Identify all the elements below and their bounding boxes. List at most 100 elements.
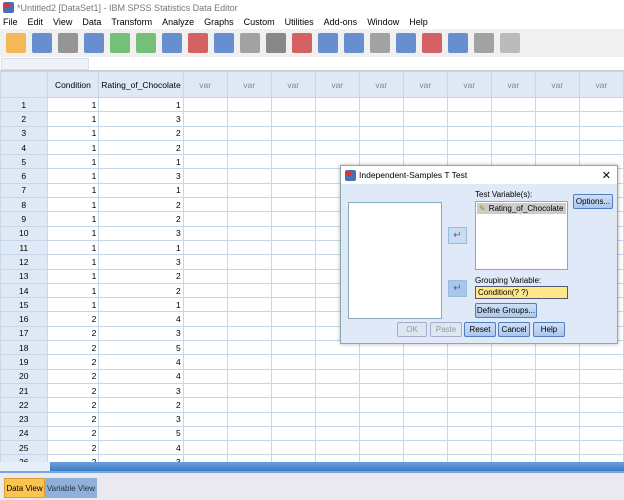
data-cell[interactable] [226,411,272,427]
data-cell[interactable]: 2 [98,197,184,213]
data-cell[interactable] [182,182,228,199]
data-cell[interactable] [358,382,404,399]
insert-variable-icon[interactable] [318,33,338,53]
data-cell[interactable] [490,411,536,427]
data-cell[interactable]: 2 [98,282,184,299]
data-cell[interactable] [490,125,536,141]
data-cell[interactable] [226,111,272,127]
column-header[interactable]: var [182,71,228,98]
data-cell[interactable]: 3 [98,168,184,184]
source-variable-list[interactable] [348,202,442,319]
variables-icon[interactable] [214,33,234,53]
menu-data[interactable]: Data [82,17,101,27]
paste-button[interactable]: Paste [430,322,462,337]
data-cell[interactable] [358,96,404,113]
data-cell[interactable] [490,139,536,156]
column-header[interactable]: var [314,71,360,98]
spell-check-icon[interactable] [500,33,520,53]
data-cell[interactable] [270,368,316,384]
data-cell[interactable]: 2 [98,397,184,413]
data-cell[interactable]: 1 [46,111,100,127]
tab-variable-view[interactable]: Variable View [45,478,97,498]
data-cell[interactable] [534,397,580,413]
data-cell[interactable] [226,182,272,199]
data-cell[interactable]: 2 [46,311,100,327]
data-cell[interactable] [270,411,316,427]
data-cell[interactable] [446,454,492,462]
data-cell[interactable] [578,382,624,399]
data-cell[interactable] [446,368,492,384]
row-header[interactable]: 23 [0,411,48,427]
data-cell[interactable] [226,168,272,184]
data-cell[interactable] [402,397,448,413]
data-cell[interactable] [270,297,316,313]
row-header[interactable]: 15 [0,297,48,313]
data-cell[interactable] [182,125,228,141]
ok-button[interactable]: OK [397,322,427,337]
data-cell[interactable] [226,225,272,241]
data-cell[interactable] [226,397,272,413]
data-cell[interactable] [490,397,536,413]
data-cell[interactable] [182,311,228,327]
data-cell[interactable] [490,354,536,370]
data-cell[interactable]: 2 [46,397,100,413]
data-cell[interactable] [182,440,228,456]
data-cell[interactable] [446,125,492,141]
run-descriptives-icon[interactable] [240,33,260,53]
row-header[interactable]: 8 [0,197,48,213]
row-header[interactable]: 12 [0,254,48,270]
data-cell[interactable]: 1 [46,239,100,256]
data-cell[interactable] [490,425,536,442]
data-cell[interactable]: 1 [46,297,100,313]
data-cell[interactable] [578,425,624,442]
data-cell[interactable]: 1 [46,168,100,184]
menu-custom[interactable]: Custom [244,17,275,27]
data-cell[interactable]: 1 [46,96,100,113]
data-cell[interactable] [226,96,272,113]
goto-variable-icon[interactable] [188,33,208,53]
value-labels-icon[interactable] [422,33,442,53]
grouping-variable-field[interactable]: Condition(? ?) [475,286,568,299]
data-cell[interactable] [182,397,228,413]
row-header[interactable]: 26 [0,454,48,462]
data-cell[interactable] [270,425,316,442]
data-cell[interactable] [578,440,624,456]
data-cell[interactable] [182,111,228,127]
data-cell[interactable]: 4 [98,368,184,384]
data-cell[interactable] [446,425,492,442]
data-cell[interactable] [578,111,624,127]
data-cell[interactable] [270,268,316,284]
data-cell[interactable] [578,411,624,427]
column-header[interactable]: var [578,71,624,98]
data-cell[interactable]: 2 [98,125,184,141]
data-cell[interactable] [270,311,316,327]
data-cell[interactable] [226,382,272,399]
row-header[interactable]: 19 [0,354,48,370]
row-header[interactable]: 25 [0,440,48,456]
data-cell[interactable] [270,182,316,199]
data-cell[interactable]: 1 [46,225,100,241]
row-header[interactable]: 16 [0,311,48,327]
reset-button[interactable]: Reset [464,322,496,337]
data-cell[interactable] [226,211,272,227]
data-cell[interactable] [314,354,360,370]
data-cell[interactable] [534,111,580,127]
undo-icon[interactable] [110,33,130,53]
data-cell[interactable] [226,197,272,213]
data-cell[interactable] [446,111,492,127]
data-cell[interactable] [182,354,228,370]
data-cell[interactable] [402,454,448,462]
data-cell[interactable] [226,454,272,462]
data-cell[interactable] [534,139,580,156]
data-cell[interactable] [402,96,448,113]
corner-cell[interactable] [0,71,48,98]
data-cell[interactable] [182,225,228,241]
data-cell[interactable] [358,454,404,462]
data-cell[interactable] [446,411,492,427]
data-cell[interactable] [226,325,272,342]
data-cell[interactable] [534,96,580,113]
print-icon[interactable] [58,33,78,53]
row-header[interactable]: 18 [0,340,48,356]
data-cell[interactable] [270,197,316,213]
data-cell[interactable] [182,254,228,270]
